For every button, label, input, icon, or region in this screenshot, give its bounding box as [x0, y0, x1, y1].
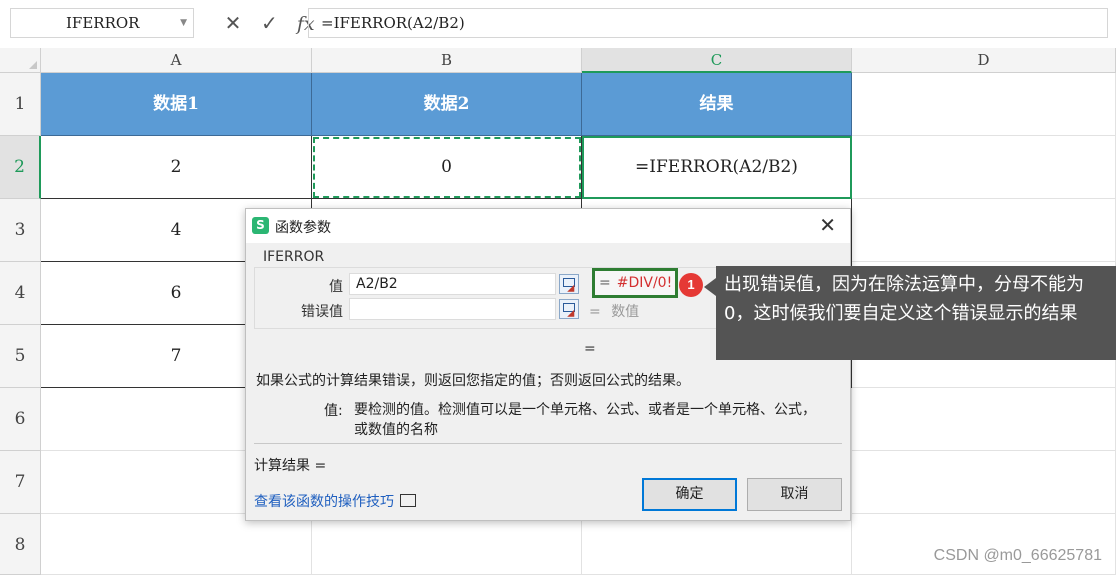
cell-b8[interactable]	[312, 514, 582, 575]
dialog-title: 函数参数	[275, 220, 331, 236]
cell-d1[interactable]	[852, 73, 1116, 136]
watermark: CSDN @m0_66625781	[933, 547, 1102, 564]
arg-value-result: = #DIV/0!	[592, 268, 678, 298]
error-value: #DIV/0!	[616, 275, 673, 291]
row-header-2[interactable]: 2	[0, 136, 41, 199]
column-header-a[interactable]: A	[41, 48, 312, 73]
formula-input[interactable]: =IFERROR(A2/B2)	[308, 8, 1108, 38]
formula-bar: IFERROR ▼ ✕ ✓ fx =IFERROR(A2/B2)	[0, 0, 1116, 48]
annotation-callout: 出现错误值，因为在除法运算中，分母不能为0，这时候我们要自定义这个错误显示的结果	[704, 266, 1116, 360]
row-header-1[interactable]: 1	[0, 73, 41, 136]
range-picker-icon[interactable]	[559, 299, 579, 319]
enter-icon[interactable]: ✓	[254, 10, 284, 36]
arg-description: 要检测的值。检测值可以是一个单元格、公式、或者是一个单元格、公式，或数值的名称	[354, 402, 816, 438]
ok-button[interactable]: 确定	[642, 478, 737, 511]
name-box-value: IFERROR	[66, 14, 140, 32]
cancel-button[interactable]: 取消	[747, 478, 842, 511]
row-header-6[interactable]: 6	[0, 388, 41, 451]
arg-error-value-result: = 数值	[589, 301, 639, 321]
row-header-5[interactable]: 5	[0, 325, 41, 388]
cancel-icon[interactable]: ✕	[218, 10, 248, 36]
arg-error-value-placeholder: 数值	[611, 304, 640, 320]
cell-c8[interactable]	[582, 514, 852, 575]
calculation-result: 计算结果 =	[254, 458, 327, 474]
help-link[interactable]: 查看该函数的操作技巧	[254, 491, 416, 511]
column-header-c[interactable]: C	[582, 48, 852, 73]
annotation-badge: 1	[679, 273, 703, 297]
cell-b1[interactable]: 数据2	[312, 73, 582, 136]
chevron-down-icon[interactable]: ▼	[180, 9, 187, 37]
cell-a8[interactable]	[41, 514, 312, 575]
cell-c1[interactable]: 结果	[582, 73, 852, 136]
column-header-d[interactable]: D	[852, 48, 1116, 73]
cell-c2[interactable]: =IFERROR(A2/B2)	[582, 136, 852, 199]
overall-result-equals: =	[584, 341, 596, 357]
column-header-b[interactable]: B	[312, 48, 582, 73]
cell-d7[interactable]	[852, 451, 1116, 514]
close-icon[interactable]: ✕	[819, 213, 836, 237]
function-description: 如果公式的计算结果错误，则返回您指定的值；否则返回公式的结果。	[256, 373, 690, 389]
name-box[interactable]: IFERROR ▼	[10, 8, 194, 38]
row-header-3[interactable]: 3	[0, 199, 41, 262]
cell-d2[interactable]	[852, 136, 1116, 199]
app-logo-icon: S	[252, 217, 269, 234]
cell-d6[interactable]	[852, 388, 1116, 451]
formula-actions: ✕ ✓ fx	[218, 10, 321, 36]
function-arguments-dialog: S 函数参数 ✕ IFERROR 值 A2/B2 错误值 = 数值 = #DIV/…	[245, 208, 851, 521]
video-icon[interactable]	[400, 494, 416, 507]
divider	[254, 443, 842, 444]
arg-description-label: 值:	[324, 403, 343, 419]
arg-error-value-label: 错误值	[301, 304, 343, 320]
row-header-7[interactable]: 7	[0, 451, 41, 514]
help-link-text[interactable]: 查看该函数的操作技巧	[254, 494, 394, 510]
arg-error-value-input[interactable]	[349, 298, 556, 320]
row-header-4[interactable]: 4	[0, 262, 41, 325]
cell-a1[interactable]: 数据1	[41, 73, 312, 136]
cell-a2[interactable]: 2	[41, 136, 312, 199]
function-name: IFERROR	[263, 249, 325, 265]
cell-b2[interactable]: 0	[312, 136, 582, 199]
range-picker-icon[interactable]	[559, 274, 579, 294]
equals-sign: =	[599, 275, 611, 291]
cell-d3[interactable]	[852, 199, 1116, 262]
cell-d8[interactable]	[852, 514, 1116, 575]
equals-sign: =	[589, 304, 601, 320]
arg-value-input[interactable]: A2/B2	[349, 273, 556, 295]
dialog-title-bar[interactable]: S 函数参数 ✕	[246, 209, 850, 243]
arg-value-label: 值	[329, 279, 343, 295]
select-all-corner[interactable]	[0, 48, 41, 73]
row-header-8[interactable]: 8	[0, 514, 41, 575]
